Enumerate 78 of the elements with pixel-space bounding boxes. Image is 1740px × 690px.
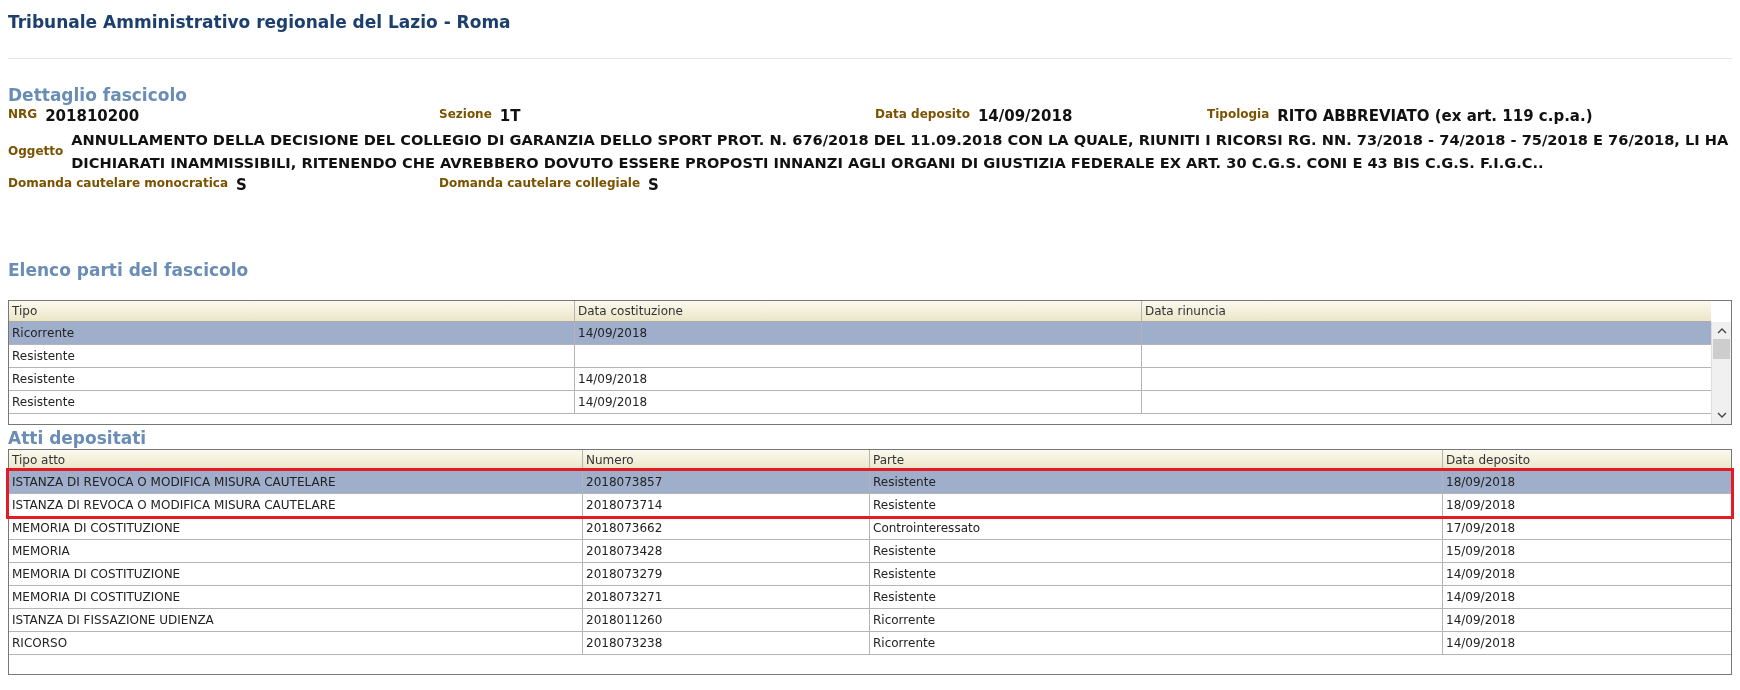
page-title: Tribunale Amministrativo regionale del Lazio - Roma	[8, 11, 512, 34]
table-cell: 14/09/2018	[1446, 567, 1516, 581]
table-cell: 15/09/2018	[1446, 544, 1516, 558]
table-cell: Resistente	[873, 544, 936, 558]
table-row[interactable]: Ricorrente 14/09/2018	[9, 322, 1711, 345]
table-row[interactable]: Resistente	[9, 345, 1711, 368]
table-cell: Resistente	[873, 590, 936, 604]
table-cell: 2018073271	[586, 590, 663, 604]
table-row[interactable]: MEMORIA DI COSTITUZIONE 2018073662 Controinteressato 17/09/2018	[9, 517, 1731, 540]
table-cell: 2018073238	[586, 636, 663, 650]
table-cell: 17/09/2018	[1446, 521, 1516, 535]
field-label: Sezione	[439, 107, 492, 121]
table-cell: MEMORIA DI COSTITUZIONE	[12, 590, 181, 604]
table-cell: ISTANZA DI REVOCA O MODIFICA MISURA CAUTELARE	[12, 475, 336, 489]
table-cell: MEMORIA DI COSTITUZIONE	[12, 567, 181, 581]
field-label: NRG	[8, 107, 38, 121]
table-cell: 2018073428	[586, 544, 663, 558]
field-value: RITO ABBREVIATO (ex art. 119 c.p.a.)	[1277, 107, 1593, 125]
section-heading: Elenco parti del fascicolo	[8, 260, 250, 280]
section-heading: Dettaglio fascicolo	[8, 85, 188, 105]
table-cell: 2018073714	[586, 498, 663, 512]
table-row[interactable]: Resistente 14/09/2018	[9, 391, 1711, 414]
table-row[interactable]: ISTANZA DI REVOCA O MODIFICA MISURA CAUTELARE 2018073857 Resistente 18/09/2018	[9, 471, 1731, 494]
table-cell: 14/09/2018	[1446, 636, 1516, 650]
table-cell: MEMORIA DI COSTITUZIONE	[12, 521, 181, 535]
table-cell: 14/09/2018	[1446, 590, 1516, 604]
column-header[interactable]: Parte	[870, 450, 1443, 470]
table-cell: 2018073857	[586, 475, 663, 489]
table-cell: 2018073662	[586, 521, 663, 535]
table-cell: 14/09/2018	[1446, 613, 1516, 627]
table-cell: Controinteressato	[873, 521, 981, 535]
table-cell: 18/09/2018	[1446, 498, 1516, 512]
field-value: 14/09/2018	[977, 107, 1073, 125]
section-heading: Atti depositati	[8, 428, 148, 448]
field-value: S	[236, 176, 247, 194]
field-value: ANNULLAMENTO DELLA DECISIONE DEL COLLEGIO DI GARANZIA DELLO SPORT PROT. N. 676/2018 DEL 11.09.2018 CON LA QUALE, RIUNITI I RICORSI RG. NN. 73/2018 - 74/2018 - 75/2018 E 76/2018, LI HA DICHIARATI INAMMISSIBILI, RITENENDO CHE AVREBBERO DOVUTO ESSERE PROPOSTI INNANZI AGLI ORGANI DI GIUSTIZIA FEDERALE EX ART. 30 C.G.S. CONI E 43 BIS C.G.S. F.I.G.C..	[71, 130, 1730, 173]
field-label: Domanda cautelare collegiale	[439, 176, 641, 190]
table-cell: 2018011260	[586, 613, 663, 627]
table-cell: 2018073279	[586, 567, 663, 581]
table-cell: MEMORIA	[12, 544, 70, 558]
table-cell: Resistente	[12, 395, 75, 409]
column-header[interactable]: Numero	[583, 450, 870, 470]
table-cell: Ricorrente	[873, 636, 936, 650]
table-row[interactable]: RICORSO 2018073238 Ricorrente 14/09/2018	[9, 632, 1731, 655]
table-cell: ISTANZA DI REVOCA O MODIFICA MISURA CAUTELARE	[12, 498, 336, 512]
field-value: 201810200	[45, 107, 140, 125]
table-cell: Resistente	[12, 349, 75, 363]
table-row[interactable]: Resistente 14/09/2018	[9, 368, 1711, 391]
table-cell: Ricorrente	[873, 613, 936, 627]
field-value: 1T	[499, 107, 521, 125]
column-header[interactable]: Data deposito	[1443, 450, 1731, 470]
table-row[interactable]: ISTANZA DI REVOCA O MODIFICA MISURA CAUTELARE 2018073714 Resistente 18/09/2018	[9, 494, 1731, 517]
table-cell: 18/09/2018	[1446, 475, 1516, 489]
scroll-thumb[interactable]	[1713, 339, 1730, 359]
scrollbar[interactable]	[1711, 322, 1731, 424]
table-cell: RICORSO	[12, 636, 68, 650]
column-header[interactable]: Tipo atto	[9, 450, 583, 470]
field-value: S	[648, 176, 659, 194]
table-row[interactable]: MEMORIA DI COSTITUZIONE 2018073279 Resistente 14/09/2018	[9, 563, 1731, 586]
table-cell: Resistente	[12, 372, 75, 386]
field-label: Data deposito	[875, 107, 970, 121]
table-cell: 14/09/2018	[578, 395, 648, 409]
field-label: Tipologia	[1207, 107, 1270, 121]
column-header[interactable]: Data rinuncia	[1142, 301, 1711, 321]
table-cell: Resistente	[873, 567, 936, 581]
table-row[interactable]: ISTANZA DI FISSAZIONE UDIENZA 2018011260 Ricorrente 14/09/2018	[9, 609, 1731, 632]
table-cell: 14/09/2018	[578, 372, 648, 386]
table-cell: 14/09/2018	[578, 326, 648, 340]
table-row[interactable]: MEMORIA 2018073428 Resistente 15/09/2018	[9, 540, 1731, 563]
column-header[interactable]: Data costituzione	[575, 301, 1142, 321]
table-cell: Resistente	[873, 498, 936, 512]
table-cell: Resistente	[873, 475, 936, 489]
column-header[interactable]: Tipo	[9, 301, 575, 321]
table-cell: Ricorrente	[12, 326, 75, 340]
field-label: Domanda cautelare monocratica	[8, 176, 228, 190]
table-row[interactable]: MEMORIA DI COSTITUZIONE 2018073271 Resistente 14/09/2018	[9, 586, 1731, 609]
field-label: Oggetto	[8, 144, 64, 158]
table-cell: ISTANZA DI FISSAZIONE UDIENZA	[12, 613, 214, 627]
